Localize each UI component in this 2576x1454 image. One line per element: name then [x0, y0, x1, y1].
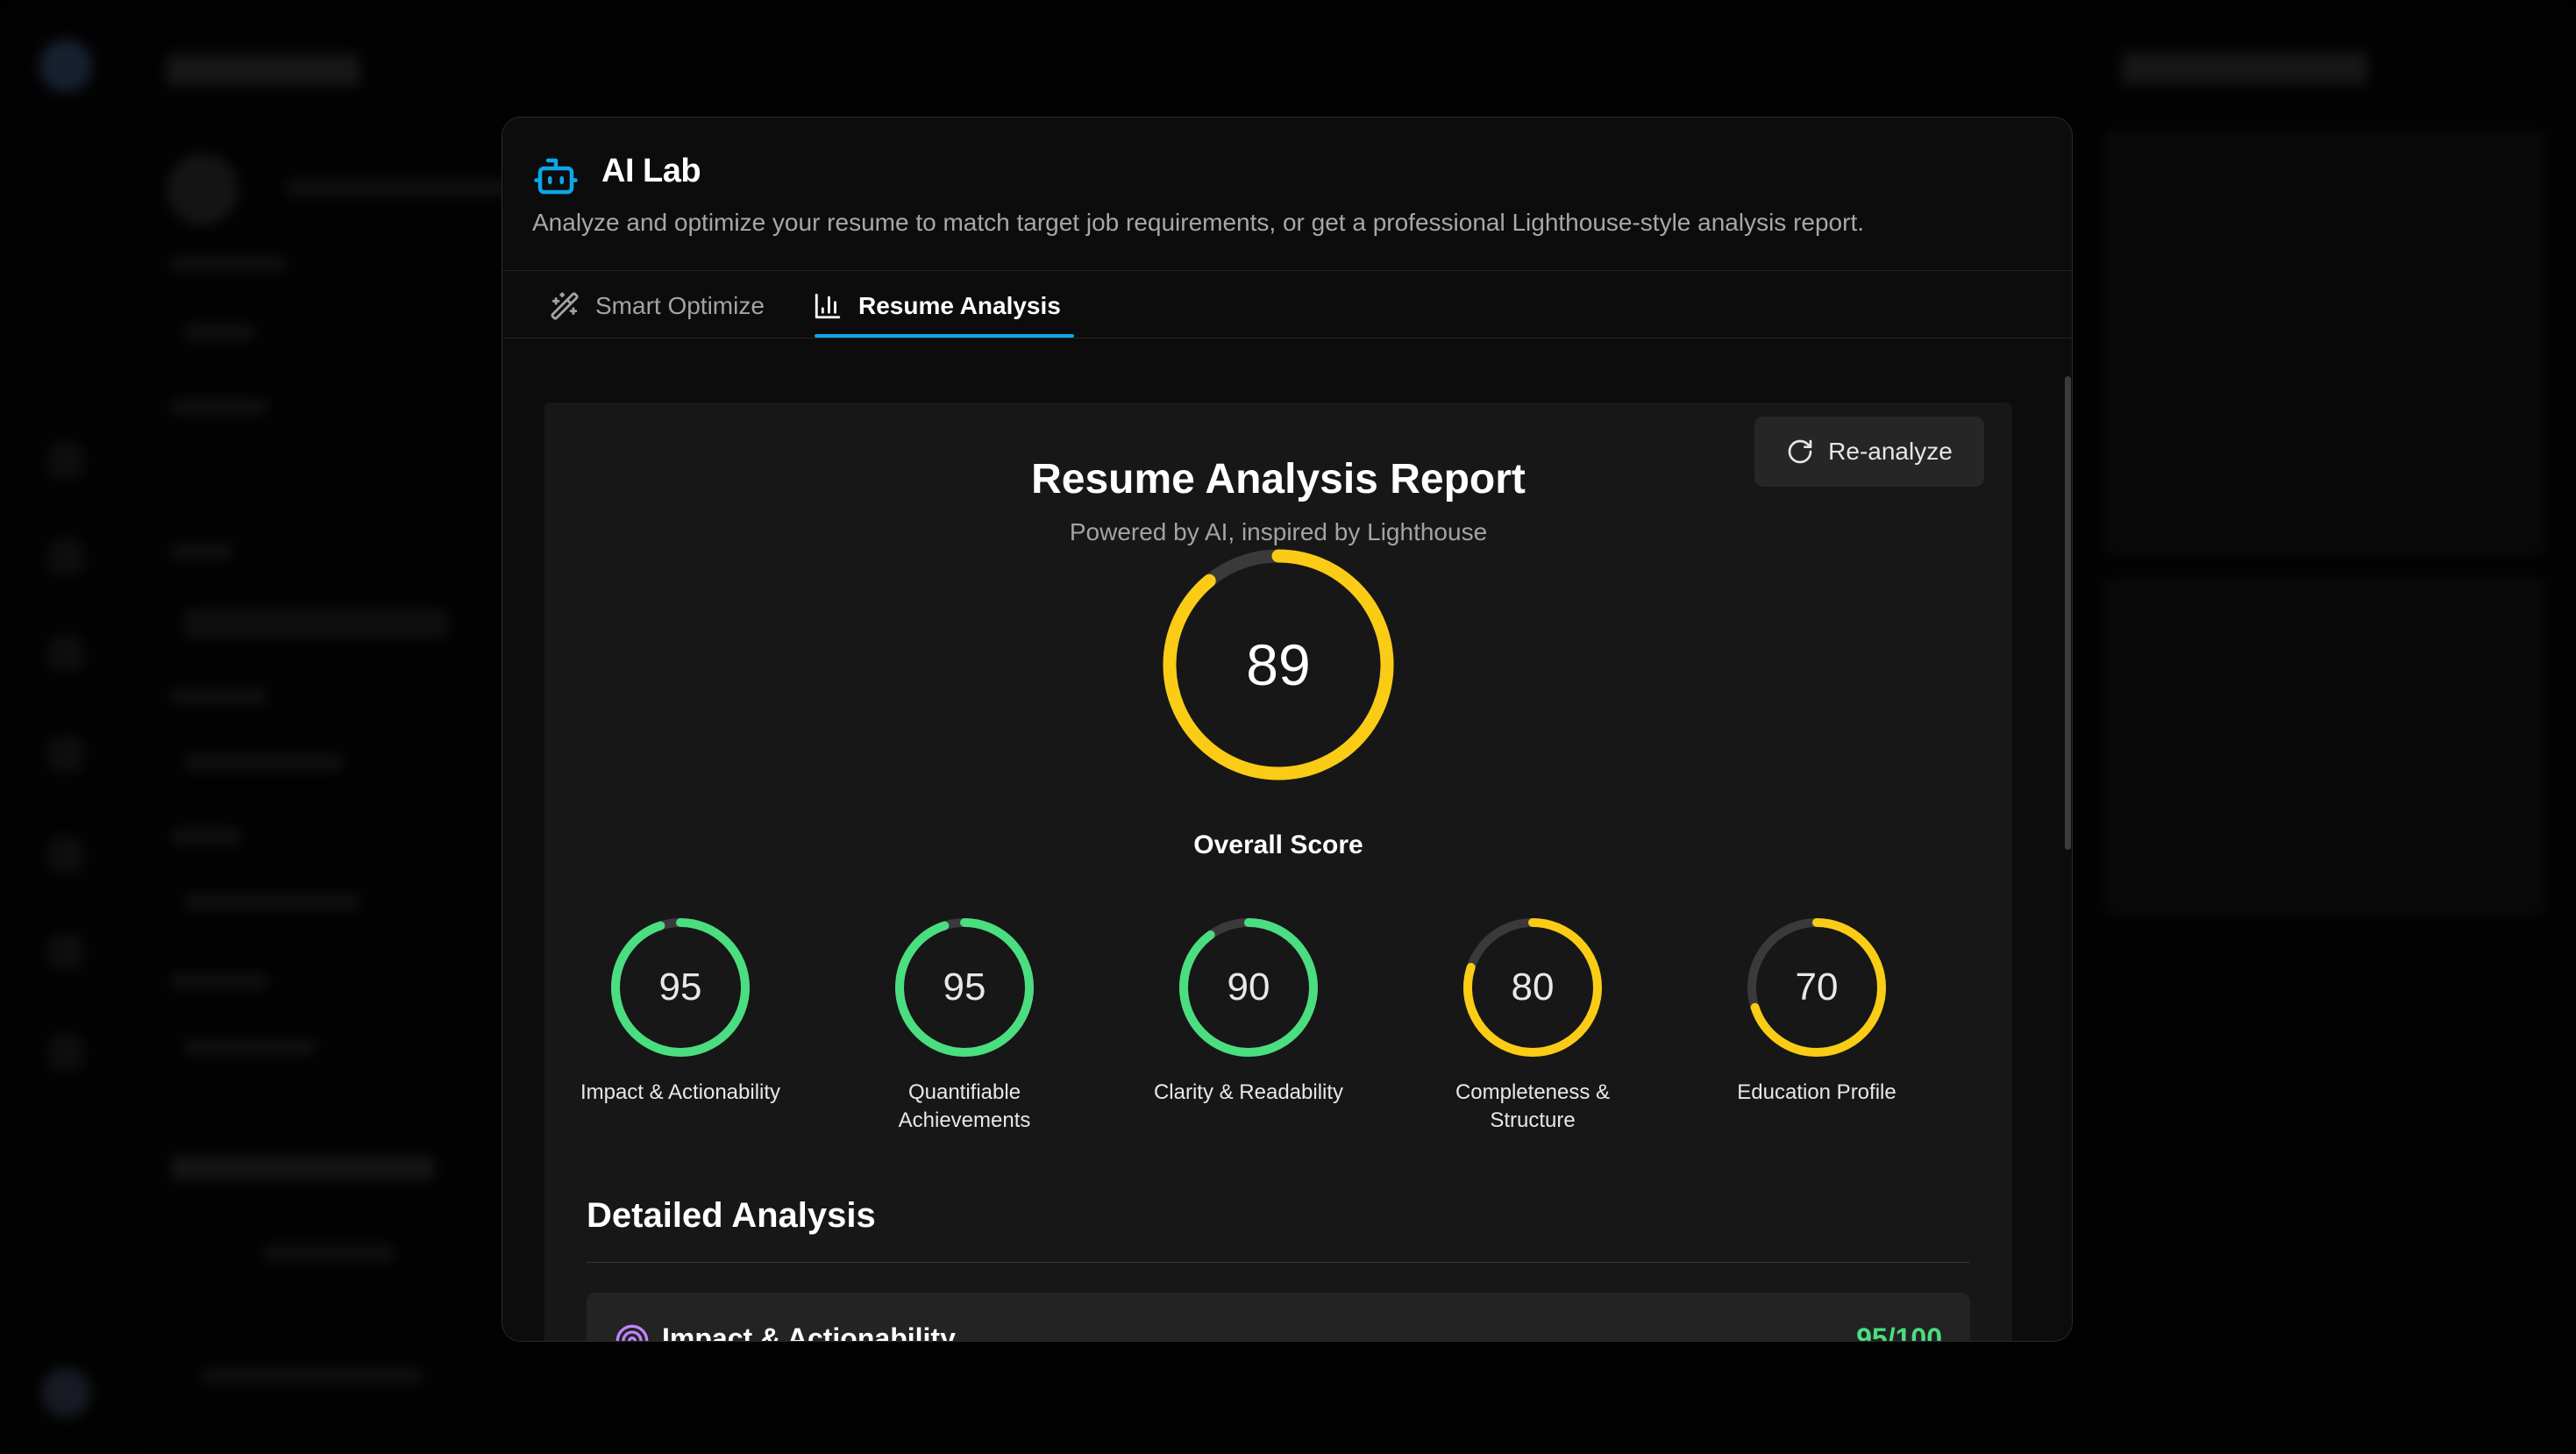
background-rail-icon	[48, 737, 83, 772]
category-score-label: Completeness & Structure	[1455, 1080, 1611, 1132]
category-score-label: Quantifiable Achievements	[898, 1080, 1031, 1132]
tab-smart-optimize-label: Smart Optimize	[595, 292, 765, 319]
category-score-value: 95	[658, 966, 702, 1009]
category-score-label: Clarity & Readability	[1153, 1080, 1344, 1104]
report-subtitle: Powered by AI, inspired by Lighthouse	[1069, 518, 1488, 545]
background-rail-icon	[48, 636, 83, 671]
detail-item-title: Impact & Actionability	[662, 1322, 956, 1342]
background-line	[171, 829, 241, 845]
background-card	[2104, 132, 2544, 554]
background-user-avatar	[41, 1368, 90, 1417]
category-score-value: 95	[943, 966, 986, 1009]
category-score-label: Education Profile	[1737, 1080, 1896, 1104]
category-score-value: 80	[1511, 966, 1555, 1009]
background-rail-icon	[48, 934, 83, 969]
background-line	[202, 1368, 421, 1384]
report-panel: Re-analyze Resume Analysis Report Powere…	[544, 403, 2012, 1342]
overall-score-value: 89	[1246, 632, 1311, 697]
category-score: 95 Impact & Actionability	[549, 916, 812, 1135]
active-tab-indicator	[815, 334, 1074, 338]
background-card	[2104, 579, 2544, 914]
background-line	[171, 1156, 434, 1180]
background-right-panel	[2087, 0, 2576, 1454]
overall-score-gauge: 89	[1161, 547, 1396, 782]
detail-item[interactable]: Impact & Actionability 95/100	[587, 1293, 1970, 1342]
tab-bar: Smart Optimize Resume Analysis	[502, 118, 2072, 339]
category-score: 70 Education Profile	[1685, 916, 1948, 1135]
background-rail	[0, 0, 132, 1454]
background-avatar	[39, 39, 92, 92]
background-line	[184, 754, 342, 770]
background-line	[263, 1245, 395, 1261]
background-line	[184, 1039, 316, 1055]
category-score: 80 Completeness & Structure	[1401, 916, 1664, 1135]
divider	[587, 1262, 1970, 1263]
background-line	[171, 399, 267, 415]
background-rail-icon	[48, 539, 83, 574]
background-line	[171, 688, 267, 704]
fingerprint-icon	[616, 1324, 649, 1341]
background-line	[167, 54, 359, 86]
background-line	[171, 973, 267, 989]
tab-smart-optimize[interactable]: Smart Optimize	[550, 275, 765, 337]
bar-chart-icon	[815, 293, 841, 319]
detailed-analysis-heading: Detailed Analysis	[587, 1196, 876, 1235]
tab-resume-analysis[interactable]: Resume Analysis	[813, 275, 1061, 337]
category-score-value: 90	[1227, 966, 1270, 1009]
background-line	[171, 544, 232, 560]
background-line	[184, 324, 254, 340]
overall-score-label: Overall Score	[1193, 830, 1363, 859]
detail-item-score: 95/100	[1856, 1322, 1942, 1342]
background-rail-icon	[48, 837, 83, 873]
category-score: 90 Clarity & Readability	[1117, 916, 1380, 1135]
tab-resume-analysis-label: Resume Analysis	[858, 292, 1061, 319]
category-score-value: 70	[1795, 966, 1839, 1009]
category-score: 95 Quantifiable Achievements	[833, 916, 1096, 1135]
background-card	[167, 153, 238, 225]
background-rail-icon	[48, 443, 83, 478]
background-line	[184, 609, 447, 638]
report-title: Resume Analysis Report	[1031, 456, 1526, 502]
background-line	[184, 894, 359, 910]
scrollbar-thumb[interactable]	[2065, 376, 2071, 850]
ai-lab-dialog: AI Lab Analyze and optimize your resume …	[502, 117, 2073, 1342]
background-line	[2122, 53, 2367, 84]
magic-wand-icon	[551, 292, 579, 320]
category-score-label: Impact & Actionability	[580, 1080, 781, 1104]
background-rail-icon	[48, 1035, 83, 1070]
background-line	[171, 256, 285, 272]
